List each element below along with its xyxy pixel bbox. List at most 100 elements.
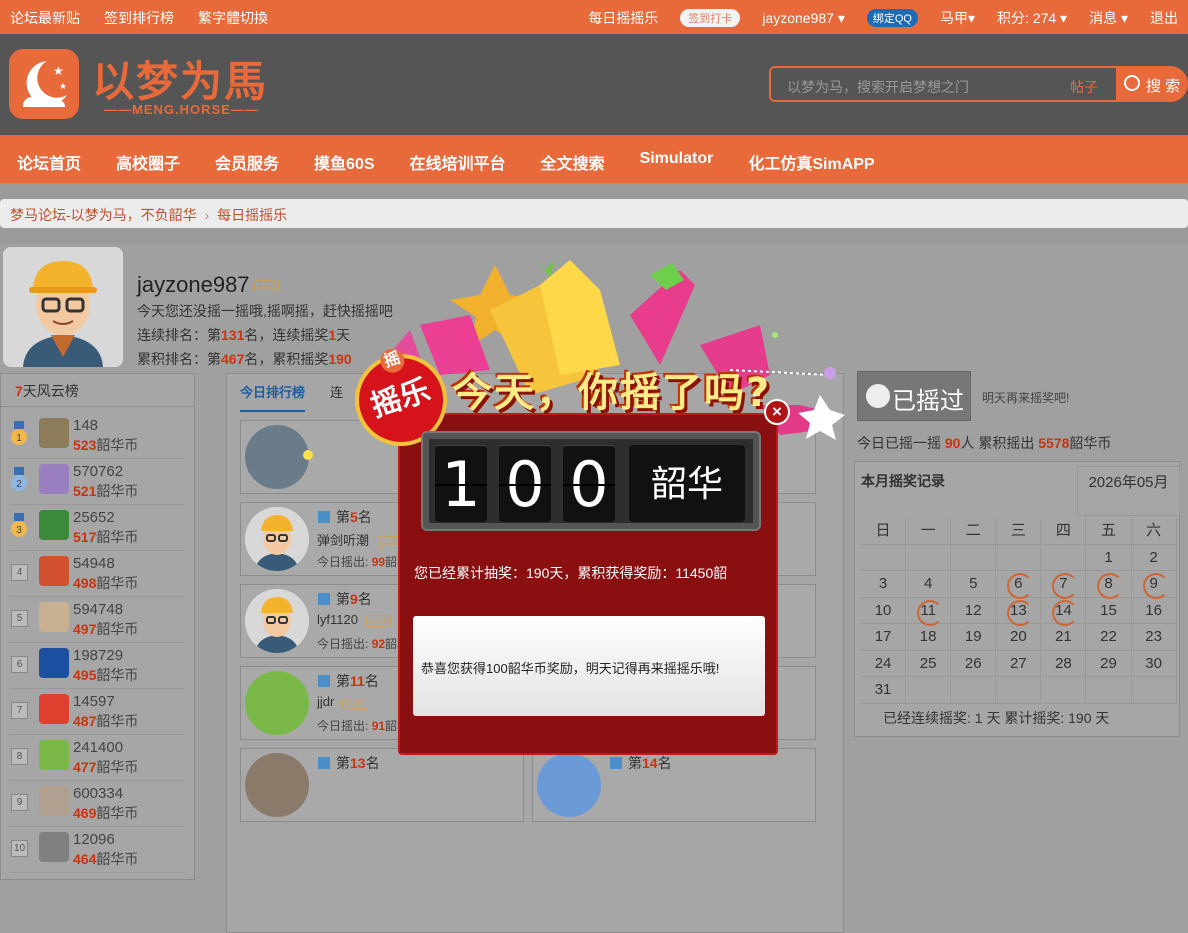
rank-prefix: 第 <box>628 755 642 771</box>
calendar-day: 17 <box>861 624 907 650</box>
coin-unit: 韶华币 <box>96 575 139 591</box>
ranking-card[interactable]: 第14名 <box>532 748 816 822</box>
list-item[interactable]: 9 600334 469韶华币 <box>9 781 185 827</box>
coin-unit: 韶华币 <box>96 483 139 499</box>
coin-amount: 521韶华币 <box>73 481 138 501</box>
list-item[interactable]: 7 14597 487韶华币 <box>9 689 185 735</box>
latest-posts-link[interactable]: 论坛最新贴 <box>10 8 80 28</box>
user-id[interactable]: 198729 <box>73 647 123 664</box>
search-button[interactable]: 搜 索 <box>1118 66 1188 102</box>
user-id[interactable]: 12096 <box>73 831 115 848</box>
card-username[interactable]: jjdr Lv20 <box>317 694 368 709</box>
avatar[interactable] <box>245 589 309 653</box>
user-id[interactable]: 54948 <box>73 555 115 572</box>
nav-campus[interactable]: 高校圈子 <box>99 135 198 183</box>
avatar[interactable] <box>39 602 69 632</box>
traditional-toggle-link[interactable]: 繁字體切換 <box>198 8 268 28</box>
list-item[interactable]: 1 148 523韶华币 <box>9 413 185 459</box>
daily-shake-link[interactable]: 每日摇摇乐 <box>588 8 658 28</box>
streak-rank: 131 <box>221 327 245 343</box>
coin-amount: 497韶华币 <box>73 619 138 639</box>
calendar-day: 25 <box>906 650 952 676</box>
level-badge: Lv20 <box>341 696 368 709</box>
nav-home[interactable]: 论坛首页 <box>0 135 99 183</box>
avatar[interactable] <box>39 786 69 816</box>
logo-text[interactable]: 以梦为馬 <box>92 48 268 109</box>
card-username[interactable]: 弹剑听潮 Lv20 <box>317 530 403 549</box>
points-menu[interactable]: 积分: 274 ▾ <box>997 8 1067 28</box>
list-item[interactable]: 10 12096 464韶华币 <box>9 827 185 873</box>
search-input[interactable]: 以梦为马，搜索开启梦想之门 <box>787 77 969 97</box>
user-id[interactable]: 14597 <box>73 693 115 710</box>
user-id[interactable]: 570762 <box>73 463 123 480</box>
avatar[interactable] <box>39 740 69 770</box>
user-id[interactable]: 594748 <box>73 601 123 618</box>
nav-fulltext-search[interactable]: 全文搜索 <box>524 135 623 183</box>
close-icon[interactable]: × <box>764 399 790 425</box>
horse-menu[interactable]: 马甲▾ <box>940 8 975 28</box>
user-id[interactable]: 241400 <box>73 739 123 756</box>
user-avatar[interactable] <box>3 247 123 367</box>
avatar[interactable] <box>39 510 69 540</box>
coin-amount: 464韶华币 <box>73 849 138 869</box>
rank-label: 第13名 <box>318 753 380 773</box>
avatar[interactable] <box>537 753 601 817</box>
avatar[interactable] <box>39 464 69 494</box>
profile-name-text: jayzone987 <box>137 272 250 297</box>
today-out-value: 91 <box>371 719 386 733</box>
user-menu[interactable]: jayzone987 ▾ <box>762 10 845 27</box>
calendar-day: 16 <box>1132 597 1177 623</box>
avatar[interactable] <box>39 556 69 586</box>
user-id[interactable]: 25652 <box>73 509 115 526</box>
messages-menu[interactable]: 消息 ▾ <box>1089 8 1128 28</box>
list-item[interactable]: 4 54948 498韶华币 <box>9 551 185 597</box>
user-id[interactable]: 600334 <box>73 785 123 802</box>
nav-60s[interactable]: 摸鱼60S <box>297 135 392 183</box>
rank-value: 5 <box>350 509 358 525</box>
avatar[interactable] <box>245 753 309 817</box>
already-shaken-button[interactable]: 已摇过 <box>857 371 971 421</box>
seven-day-ranking-panel: 7天风云榜 1 148 523韶华币 2 570762 521韶华币 3 25652 517韶华… <box>0 373 195 880</box>
coin-value: 521 <box>73 483 97 499</box>
coin-value: 469 <box>73 805 97 821</box>
nav-simulator[interactable]: Simulator <box>623 135 732 183</box>
breadcrumb-home[interactable]: 梦马论坛-以梦为马，不负韶华 <box>10 207 197 223</box>
logout-link[interactable]: 退出 <box>1150 8 1178 28</box>
rank-prefix: 第 <box>336 755 350 771</box>
breadcrumb-current[interactable]: 每日摇摇乐 <box>217 207 287 223</box>
logo-icon[interactable]: ★ ★ <box>9 49 79 119</box>
rank-label: 第11名 <box>318 671 379 691</box>
list-item[interactable]: 2 570762 521韶华币 <box>9 459 185 505</box>
profile-username: jayzone987 Lv20 <box>137 272 280 298</box>
calendar-day: 28 <box>1041 650 1087 676</box>
list-item[interactable]: 5 594748 497韶华币 <box>9 597 185 643</box>
avatar[interactable] <box>245 671 309 735</box>
avatar[interactable] <box>39 648 69 678</box>
search-box[interactable]: 以梦为马，搜索开启梦想之门 帖子 <box>769 66 1118 102</box>
nav-training[interactable]: 在线培训平台 <box>393 135 524 183</box>
search-type-select[interactable]: 帖子 <box>1070 77 1098 97</box>
calendar-day: 27 <box>996 650 1042 676</box>
checkin-pill[interactable]: 签到打卡 <box>680 9 741 27</box>
list-item[interactable]: 3 25652 517韶华币 <box>9 505 185 551</box>
avatar[interactable] <box>39 832 69 862</box>
shake-badge-text: 摇乐 <box>366 373 435 424</box>
tab-today-ranking[interactable]: 今日排行榜 <box>240 382 306 412</box>
bind-qq-button[interactable]: 绑定QQ <box>866 9 918 27</box>
calendar-empty-cell <box>1041 544 1087 570</box>
coin-unit: 韶华币 <box>96 667 139 683</box>
avatar[interactable] <box>245 507 309 571</box>
nav-simapp[interactable]: 化工仿真SimAPP <box>731 135 892 183</box>
weekday-label: 一 <box>906 518 952 544</box>
main-nav: 论坛首页 高校圈子 会员服务 摸鱼60S 在线培训平台 全文搜索 Simulat… <box>0 135 1188 183</box>
logo-subtitle: ——MENG.HORSE—— <box>104 102 259 117</box>
list-item[interactable]: 8 241400 477韶华币 <box>9 735 185 781</box>
avatar[interactable] <box>39 694 69 724</box>
user-id[interactable]: 148 <box>73 417 98 434</box>
card-username[interactable]: lyf1120 Lv20 <box>317 612 392 627</box>
ranking-card[interactable]: 第13名 <box>240 748 524 822</box>
nav-membership[interactable]: 会员服务 <box>198 135 297 183</box>
list-item[interactable]: 6 198729 495韶华币 <box>9 643 185 689</box>
checkin-rank-link[interactable]: 签到排行榜 <box>104 8 174 28</box>
avatar[interactable] <box>39 418 69 448</box>
